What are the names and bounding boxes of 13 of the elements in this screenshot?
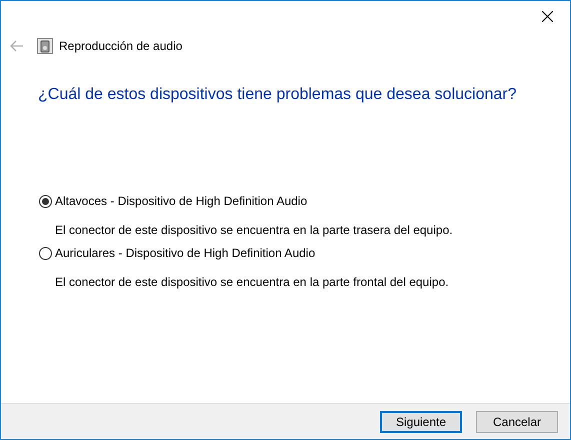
window-title: Reproducción de audio (59, 38, 182, 55)
option-description: El conector de este dispositivo se encuentra en la parte trasera del equipo. (55, 222, 454, 239)
page-heading: ¿Cuál de estos dispositivos tiene problemas que desea solucionar? (38, 85, 518, 105)
option-description: El conector de este dispositivo se encuentra en la parte frontal del equipo. (55, 274, 450, 291)
radio-button[interactable] (39, 246, 52, 260)
dialog-button[interactable]: Siguiente (380, 410, 462, 432)
radio-option[interactable]: Auriculares - Dispositivo de High Definition Audio (39, 243, 570, 263)
radio-button[interactable] (39, 194, 52, 208)
radio-option[interactable]: Altavoces - Dispositivo de High Definition Audio (39, 191, 570, 211)
dialog-button[interactable]: Cancelar (476, 410, 558, 432)
back-arrow-icon (10, 40, 24, 52)
speaker-icon (37, 38, 53, 54)
close-icon (542, 10, 552, 22)
